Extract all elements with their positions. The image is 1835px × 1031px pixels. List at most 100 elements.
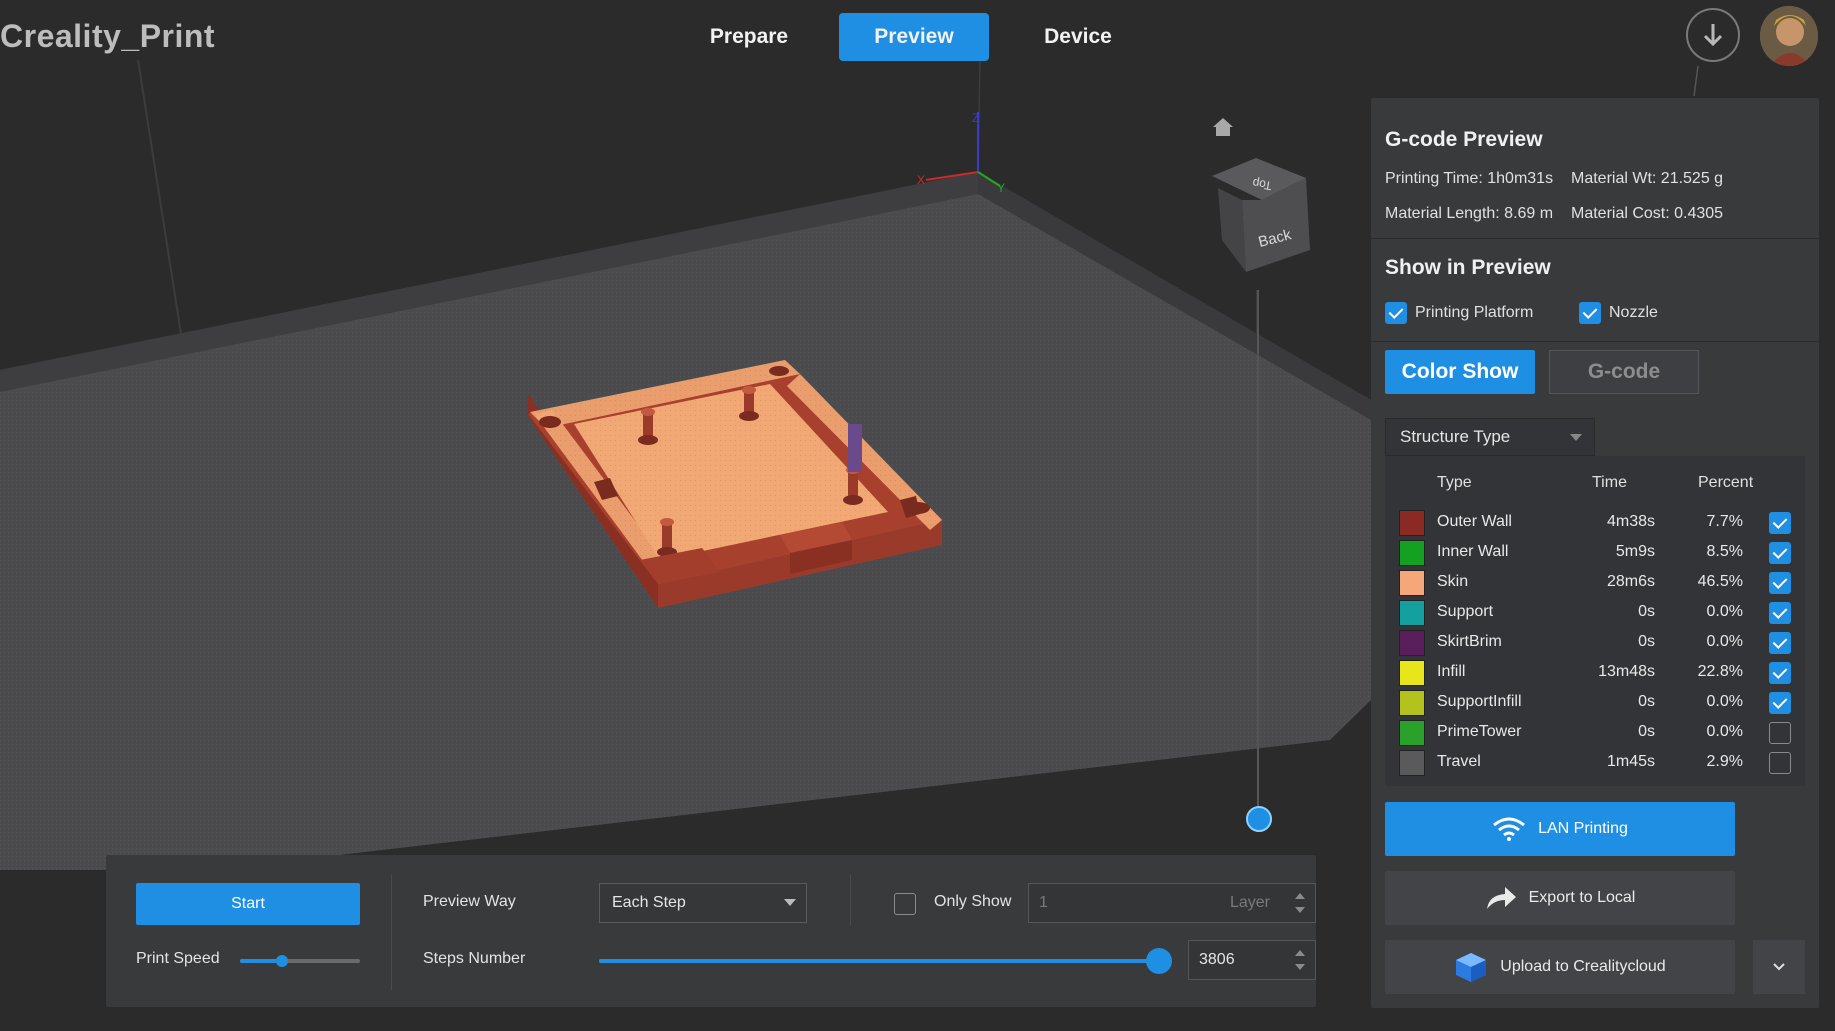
- upload-cloud-label: Upload to Crealitycloud: [1500, 958, 1666, 975]
- layer-input[interactable]: 1 Layer: [1028, 883, 1316, 923]
- lan-printing-label: LAN Printing: [1538, 820, 1628, 837]
- type-percent: 46.5%: [1697, 573, 1743, 590]
- layer-value: 1: [1039, 894, 1048, 911]
- preview-way-value: Each Step: [612, 894, 686, 911]
- type-time: 1m45s: [1606, 753, 1655, 770]
- home-icon[interactable]: [1212, 116, 1234, 138]
- download-icon: [1703, 24, 1723, 47]
- print-speed-label: Print Speed: [136, 950, 220, 967]
- type-time: 28m6s: [1606, 573, 1655, 590]
- gcode-preview-title: G-code Preview: [1385, 128, 1543, 151]
- color-show-button[interactable]: Color Show: [1385, 350, 1535, 394]
- right-panel: G-code Preview Printing Time: 1h0m31s Ma…: [1371, 98, 1819, 1008]
- color-swatch: [1399, 690, 1425, 716]
- steps-fill: [599, 959, 1159, 963]
- lan-printing-button[interactable]: LAN Printing: [1385, 802, 1735, 856]
- type-visibility-checkbox[interactable]: [1769, 632, 1791, 654]
- type-time: 13m48s: [1598, 663, 1655, 680]
- type-visibility-checkbox[interactable]: [1769, 542, 1791, 564]
- only-show-label: Only Show: [934, 893, 1012, 910]
- type-percent: 0.0%: [1706, 603, 1743, 620]
- avatar-image: [1760, 6, 1818, 66]
- avatar[interactable]: [1760, 6, 1818, 66]
- app-title: Creality_Print: [0, 18, 216, 54]
- layer-slider-handle[interactable]: [1246, 806, 1272, 832]
- color-swatch: [1399, 750, 1425, 776]
- download-button[interactable]: [1686, 8, 1740, 62]
- preview-way-label: Preview Way: [423, 893, 516, 910]
- svg-text:Y: Y: [997, 181, 1005, 195]
- export-local-button[interactable]: Export to Local: [1385, 871, 1735, 925]
- type-visibility-checkbox[interactable]: [1769, 602, 1791, 624]
- header-percent: Percent: [1698, 474, 1754, 491]
- printing-time: Printing Time: 1h0m31s: [1385, 170, 1554, 187]
- type-percent: 0.0%: [1706, 693, 1743, 710]
- type-name: Infill: [1437, 663, 1466, 680]
- color-swatch: [1399, 600, 1425, 626]
- gcode-button[interactable]: G-code: [1549, 350, 1699, 394]
- divider: [850, 875, 851, 925]
- divider: [391, 875, 392, 990]
- steps-number-label: Steps Number: [423, 950, 526, 967]
- structure-type-dropdown[interactable]: Structure Type: [1385, 418, 1595, 456]
- spin-up-icon[interactable]: [1295, 893, 1305, 899]
- type-visibility-checkbox[interactable]: [1769, 512, 1791, 534]
- type-name: Support: [1437, 603, 1494, 620]
- type-time: 0s: [1638, 603, 1655, 620]
- type-visibility-checkbox[interactable]: [1769, 692, 1791, 714]
- type-visibility-checkbox[interactable]: [1769, 722, 1791, 744]
- chevron-down-icon: [1773, 963, 1785, 971]
- view-cube[interactable]: Top Back: [1212, 158, 1310, 272]
- layer-unit: Layer: [1229, 894, 1270, 911]
- header-type: Type: [1437, 474, 1472, 491]
- material-length: Material Length: 8.69 m: [1385, 205, 1554, 222]
- steps-input[interactable]: 3806: [1188, 940, 1316, 980]
- structure-row: Outer Wall 4m38s 7.7%: [1385, 508, 1805, 538]
- printing-platform-checkbox[interactable]: [1385, 302, 1407, 324]
- spin-up-icon[interactable]: [1295, 950, 1305, 956]
- color-swatch: [1399, 540, 1425, 566]
- structure-row: SkirtBrim 0s 0.0%: [1385, 628, 1805, 658]
- tab-preview[interactable]: Preview: [839, 13, 989, 61]
- nozzle-checkbox[interactable]: [1579, 302, 1601, 324]
- export-local-label: Export to Local: [1528, 889, 1636, 906]
- print-speed-slider[interactable]: [240, 955, 360, 967]
- svg-text:X: X: [917, 173, 925, 187]
- type-visibility-checkbox[interactable]: [1769, 752, 1791, 774]
- show-in-preview-title: Show in Preview: [1385, 256, 1551, 279]
- structure-row: Travel 1m45s 2.9%: [1385, 748, 1805, 778]
- structure-row: Inner Wall 5m9s 8.5%: [1385, 538, 1805, 568]
- nozzle: [848, 424, 862, 472]
- color-swatch: [1399, 630, 1425, 656]
- upload-options-button[interactable]: [1753, 940, 1805, 994]
- spin-down-icon[interactable]: [1295, 907, 1305, 913]
- nozzle-label: Nozzle: [1609, 304, 1658, 321]
- start-button[interactable]: Start: [136, 883, 360, 925]
- tab-prepare[interactable]: Prepare: [690, 13, 808, 61]
- tab-device[interactable]: Device: [1018, 13, 1138, 61]
- only-show-checkbox[interactable]: [894, 893, 916, 915]
- steps-slider[interactable]: [599, 948, 1172, 974]
- divider: [1371, 341, 1819, 342]
- type-percent: 2.9%: [1706, 753, 1743, 770]
- color-swatch: [1399, 720, 1425, 746]
- type-name: Inner Wall: [1437, 543, 1509, 560]
- type-time: 0s: [1638, 633, 1655, 650]
- share-icon: [1486, 887, 1516, 909]
- header-time: Time: [1592, 474, 1627, 491]
- structure-row: Support 0s 0.0%: [1385, 598, 1805, 628]
- layer-slider-track[interactable]: [1257, 290, 1259, 810]
- upload-cloud-button[interactable]: Upload to Crealitycloud: [1385, 940, 1735, 994]
- print-speed-handle[interactable]: [276, 955, 288, 967]
- type-visibility-checkbox[interactable]: [1769, 662, 1791, 684]
- spin-down-icon[interactable]: [1295, 964, 1305, 970]
- type-visibility-checkbox[interactable]: [1769, 572, 1791, 594]
- steps-handle[interactable]: [1146, 948, 1172, 974]
- type-name: PrimeTower: [1437, 723, 1522, 740]
- type-name: Outer Wall: [1437, 513, 1512, 530]
- preview-way-select[interactable]: Each Step: [599, 883, 807, 923]
- type-time: 0s: [1638, 723, 1655, 740]
- structure-row: PrimeTower 0s 0.0%: [1385, 718, 1805, 748]
- chevron-down-icon: [1570, 434, 1582, 441]
- printing-platform-label: Printing Platform: [1415, 304, 1534, 321]
